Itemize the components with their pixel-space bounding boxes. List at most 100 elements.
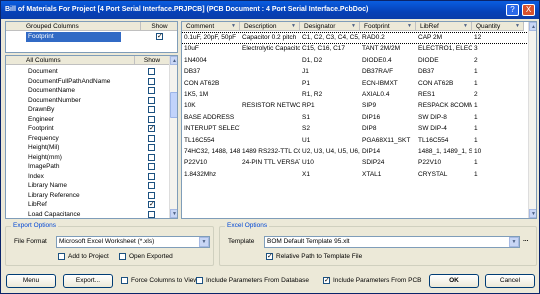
show-checkbox[interactable] xyxy=(148,134,155,142)
table-row[interactable]: 1N4004 D1, D2 DIODE0.4 DIODE 2 xyxy=(182,56,528,66)
scroll-down-icon[interactable]: ▼ xyxy=(170,209,177,218)
table-row[interactable]: 0.1uF, 20pF, 50pF Capacitor 0.2 pitch C1, … xyxy=(182,32,529,44)
table-row[interactable]: TL16C554 U1 PGA68X11_SKT TL16C554 1 xyxy=(182,136,528,146)
show-checkbox[interactable] xyxy=(148,172,155,180)
export-button[interactable]: Export... xyxy=(63,274,113,288)
add-to-project-label[interactable]: Add to Project xyxy=(68,253,109,260)
column-list-item[interactable]: Engineer xyxy=(6,115,169,125)
table-cell: DIP8 xyxy=(362,125,377,133)
close-button[interactable]: X xyxy=(522,4,535,16)
bom-scroll-up-icon[interactable]: ▲ xyxy=(529,22,536,31)
show-checkbox[interactable] xyxy=(148,163,155,170)
show-checkbox[interactable] xyxy=(148,96,155,104)
template-select[interactable]: BOM Default Template 95.xlt ▼ xyxy=(264,236,520,248)
template-browse-button[interactable]: ... xyxy=(523,236,528,243)
column-filter-icon[interactable]: ▼ xyxy=(351,23,356,29)
table-row[interactable]: INTERUPT SELECT S2 DIP8 SW DIP-4 1 xyxy=(182,124,528,134)
column-filter-icon[interactable]: ▼ xyxy=(515,23,520,29)
column-list-item[interactable]: DocumentName xyxy=(6,86,169,96)
all-columns-scrollbar[interactable]: ▲ ▼ xyxy=(169,56,177,218)
column-list-item[interactable]: Load Capacitance xyxy=(6,210,169,219)
bom-scrollbar[interactable]: ▲ ▼ xyxy=(528,22,536,218)
column-filter-icon[interactable]: ▼ xyxy=(463,23,468,29)
table-row[interactable]: P22V10 24-PIN TTL VERSATILU10 SDIP24 P22V10… xyxy=(182,158,528,168)
column-filter-icon[interactable]: ▼ xyxy=(291,23,296,29)
show-checkbox[interactable] xyxy=(148,68,155,75)
show-checkbox[interactable] xyxy=(148,153,155,161)
column-filter-icon[interactable]: ▼ xyxy=(407,23,412,29)
table-row[interactable]: 1.8432Mhz X1 XTAL1 CRYSTAL 1 xyxy=(182,170,528,180)
include-pcb-checkbox[interactable]: ✓ xyxy=(323,277,330,284)
column-list-item[interactable]: Frequency xyxy=(6,134,169,144)
scroll-up-icon[interactable]: ▲ xyxy=(170,56,177,65)
column-list-item[interactable]: LibRef ✓ xyxy=(6,200,169,210)
column-list-item[interactable]: Library Reference xyxy=(6,191,169,201)
force-columns-checkbox[interactable] xyxy=(121,277,128,284)
table-cell: CAP 2M xyxy=(418,34,443,41)
table-row[interactable]: BASE ADDRESS S1 DIP16 SW DIP-8 1 xyxy=(182,113,528,123)
add-to-project-checkbox[interactable] xyxy=(58,253,65,260)
table-cell: DIODE xyxy=(418,56,439,64)
menu-button[interactable]: Menu xyxy=(6,274,56,288)
scroll-thumb[interactable] xyxy=(170,92,177,118)
column-list-item[interactable]: DocumentNumber xyxy=(6,96,169,106)
column-list-item[interactable]: ImagePath xyxy=(6,162,169,172)
show-checkbox[interactable] xyxy=(148,115,155,123)
grouped-column-row[interactable]: Footprint ✓ xyxy=(6,32,177,42)
column-list-item[interactable]: Height(mm) xyxy=(6,153,169,163)
table-row[interactable]: CON AT62B P1 ECN-IBMXT CON AT62B 1 xyxy=(182,79,528,89)
title-bar: Bill of Materials For Project [4 Port Se… xyxy=(1,1,539,19)
ok-button[interactable]: OK xyxy=(429,274,479,288)
all-show-header[interactable]: Show xyxy=(135,56,170,65)
bom-scroll-down-icon[interactable]: ▼ xyxy=(529,209,536,218)
open-exported-checkbox[interactable] xyxy=(119,253,126,260)
show-checkbox[interactable] xyxy=(148,191,155,199)
show-checkbox[interactable] xyxy=(148,106,155,113)
column-list-item[interactable]: Height(Mil) xyxy=(6,143,169,153)
help-button[interactable]: ? xyxy=(506,4,519,16)
open-exported-label[interactable]: Open Exported xyxy=(129,253,173,260)
column-filter-icon[interactable]: ▼ xyxy=(231,23,236,29)
table-cell: SW DIP-4 xyxy=(418,125,447,133)
show-checkbox[interactable] xyxy=(148,210,155,218)
table-row[interactable]: 74HC32, 1488, 14891489 RS232-TTL CONVU2,… xyxy=(182,147,528,157)
table-cell: RESPACK 8COMMO xyxy=(418,102,472,110)
file-format-value: Microsoft Excel Worksheet (*.xls) xyxy=(59,238,155,245)
relative-path-checkbox[interactable]: ✓ xyxy=(266,253,273,260)
grouped-show-header[interactable]: Show xyxy=(141,22,177,31)
column-list-item[interactable]: Footprint ✓ xyxy=(6,124,169,134)
show-checkbox[interactable]: ✓ xyxy=(148,201,155,208)
cancel-button[interactable]: Cancel xyxy=(485,274,535,288)
column-list-item[interactable]: Document xyxy=(6,67,169,77)
window-title: Bill of Materials For Project [4 Port Se… xyxy=(5,6,369,13)
table-cell: 1 xyxy=(474,79,478,87)
file-format-select[interactable]: Microsoft Excel Worksheet (*.xls) ▼ xyxy=(56,236,210,248)
chevron-down-icon[interactable]: ▼ xyxy=(199,237,209,247)
include-db-label[interactable]: Include Parameters From Database xyxy=(206,277,309,284)
column-list-item[interactable]: DocumentFullPathAndName xyxy=(6,77,169,87)
include-db-checkbox[interactable] xyxy=(196,277,203,284)
show-checkbox[interactable] xyxy=(148,144,155,151)
table-row[interactable]: DB37 J1 DB37RA/F DB37 1 xyxy=(182,67,528,77)
bom-dialog: Bill of Materials For Project [4 Port Se… xyxy=(0,0,540,294)
column-list-item[interactable]: Index xyxy=(6,172,169,182)
table-row[interactable]: 10uF Electrolytic Capacitor C15, C16, C17 T… xyxy=(182,44,528,54)
template-chevron-down-icon[interactable]: ▼ xyxy=(509,237,519,247)
show-checkbox[interactable] xyxy=(148,87,155,94)
relative-path-label[interactable]: Relative Path to Template File xyxy=(276,253,362,260)
show-checkbox[interactable] xyxy=(148,77,155,85)
column-list-item[interactable]: Library Name xyxy=(6,181,169,191)
show-checkbox[interactable] xyxy=(148,182,155,189)
force-columns-label[interactable]: Force Columns to View xyxy=(131,277,198,284)
table-cell: 12 xyxy=(474,34,482,41)
table-row[interactable]: 1K5, 1M R1, R2 AXIAL0.4 RES1 2 xyxy=(182,90,528,100)
table-row[interactable]: 10K RESISTOR NETWORKRP1 SIP9 RESPACK 8COMMO… xyxy=(182,101,528,111)
column-list-item[interactable]: DrawnBy xyxy=(6,105,169,115)
column-name: Index xyxy=(28,172,44,180)
include-pcb-label[interactable]: Include Parameters From PCB xyxy=(333,277,422,284)
show-checkbox[interactable]: ✓ xyxy=(148,125,155,132)
show-checkbox[interactable]: ✓ xyxy=(156,33,163,40)
grouped-columns-header[interactable]: Grouped Columns xyxy=(6,22,141,31)
grouped-column-label[interactable]: Footprint xyxy=(26,32,121,42)
all-columns-header[interactable]: All Columns xyxy=(6,56,135,65)
